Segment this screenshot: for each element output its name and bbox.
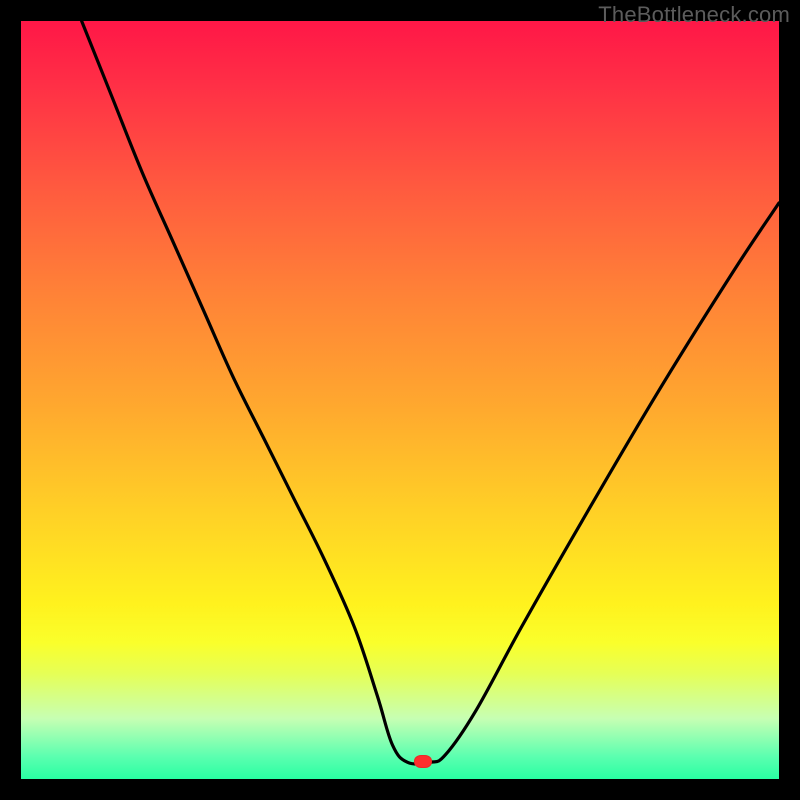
plot-area — [21, 21, 779, 779]
watermark-text: TheBottleneck.com — [598, 2, 790, 28]
bottleneck-curve — [82, 21, 779, 764]
optimal-marker — [414, 755, 432, 768]
chart-frame: TheBottleneck.com — [0, 0, 800, 800]
curve-svg — [21, 21, 779, 779]
